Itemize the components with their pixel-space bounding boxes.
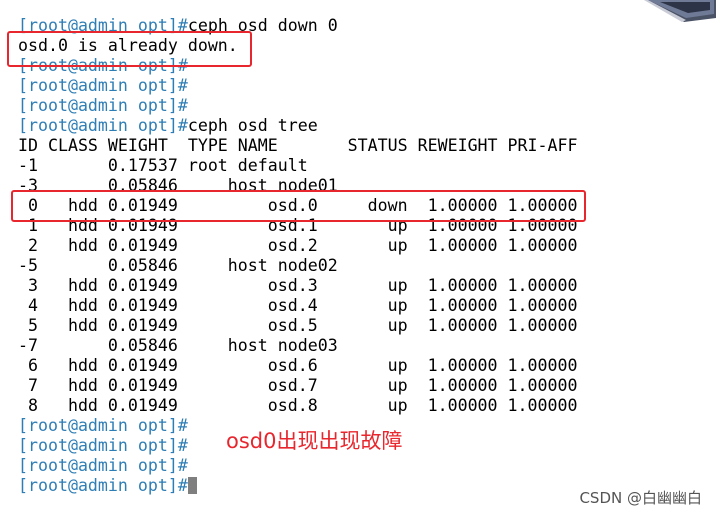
highlight-box-already-down <box>7 31 252 67</box>
osd-tree-row: 8 hdd 0.01949 osd.8 up 1.00000 1.00000 <box>18 396 578 415</box>
terminal-line: [root@admin opt]# <box>18 436 188 456</box>
terminal-line: [root@admin opt]# <box>18 476 197 496</box>
highlight-box-osd0-row <box>11 190 586 222</box>
shell-prompt: [root@admin opt]# <box>18 476 188 495</box>
terminal-line: [root@admin opt]#ceph osd tree <box>18 116 318 136</box>
osd-tree-row: 5 hdd 0.01949 osd.5 up 1.00000 1.00000 <box>18 316 578 335</box>
csdn-watermark: CSDN @白幽幽白 <box>579 489 702 507</box>
terminal-line: [root@admin opt]# <box>18 456 188 476</box>
osd-tree-header: ID CLASS WEIGHT TYPE NAME STATUS REWEIGH… <box>18 136 578 155</box>
shell-prompt: [root@admin opt]# <box>18 116 188 135</box>
osd-tree-row: 6 hdd 0.01949 osd.6 up 1.00000 1.00000 <box>18 356 578 375</box>
osd-tree-row: 2 hdd 0.01949 osd.2 up 1.00000 1.00000 <box>18 236 578 255</box>
shell-prompt: [root@admin opt]# <box>18 456 188 475</box>
osd-tree-row: -7 0.05846 host node03 <box>18 336 338 355</box>
osd-tree-row: 4 hdd 0.01949 osd.4 up 1.00000 1.00000 <box>18 296 578 315</box>
shell-prompt: [root@admin opt]# <box>18 416 188 435</box>
terminal-line: [root@admin opt]# <box>18 76 188 96</box>
command-text: ceph osd tree <box>187 116 318 135</box>
terminal-line: [root@admin opt]# <box>18 96 188 116</box>
shell-prompt: [root@admin opt]# <box>18 436 188 455</box>
window-corner-graphic <box>644 0 716 22</box>
text-cursor <box>187 477 197 494</box>
shell-prompt: [root@admin opt]# <box>18 76 188 95</box>
fault-annotation: osd0出现出现故障 <box>226 429 403 453</box>
shell-prompt: [root@admin opt]# <box>18 96 188 115</box>
osd-tree-row: 3 hdd 0.01949 osd.3 up 1.00000 1.00000 <box>18 276 578 295</box>
osd-tree-row: 7 hdd 0.01949 osd.7 up 1.00000 1.00000 <box>18 376 578 395</box>
terminal-window[interactable]: [root@admin opt]#ceph osd down 0 osd.0 i… <box>0 0 716 517</box>
terminal-line: [root@admin opt]# <box>18 416 188 436</box>
osd-tree-row: -5 0.05846 host node02 <box>18 256 338 275</box>
osd-tree-row: -1 0.17537 root default <box>18 156 308 175</box>
